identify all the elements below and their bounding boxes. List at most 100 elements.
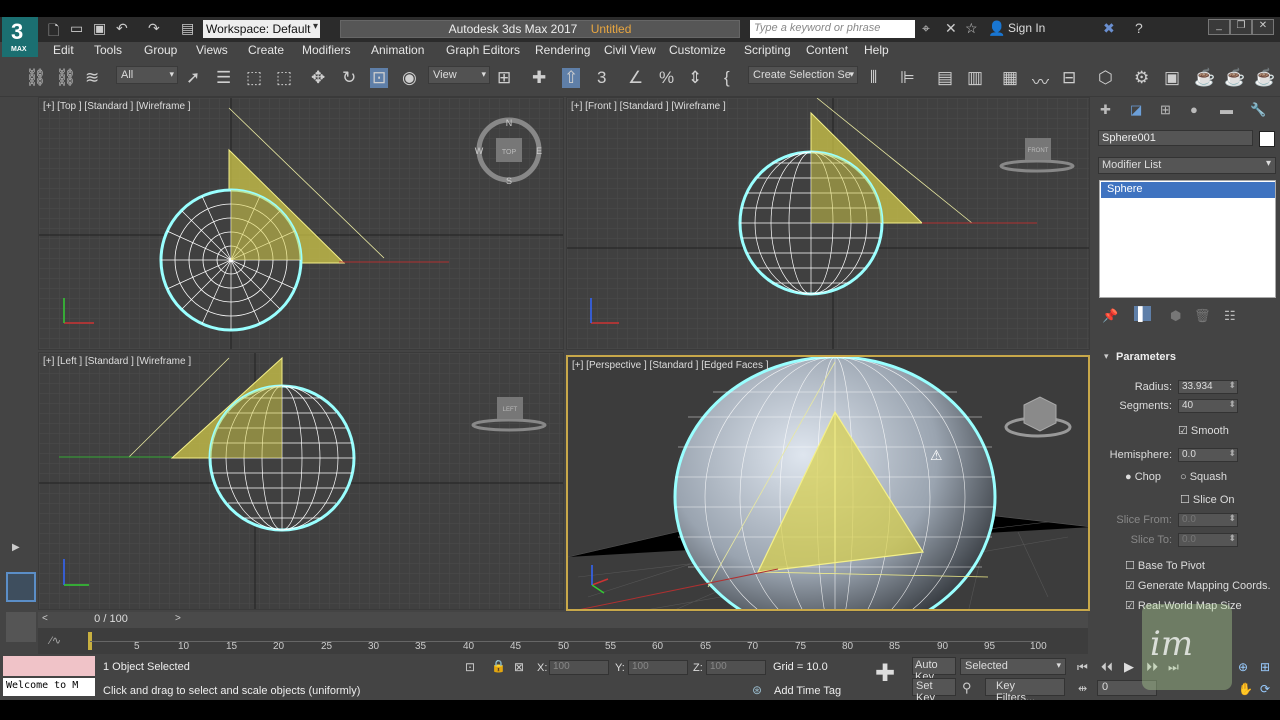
redo-icon[interactable]: ↷ bbox=[148, 20, 160, 37]
selection-filter-dropdown[interactable]: All bbox=[116, 66, 178, 84]
open-file-icon[interactable]: ▭ bbox=[70, 20, 83, 37]
menu-tools[interactable]: Tools bbox=[94, 43, 122, 57]
minimize-button[interactable]: _ bbox=[1208, 19, 1230, 35]
viewport-label-perspective[interactable]: [+] [Perspective ] [Standard ] [Edged Fa… bbox=[572, 360, 769, 371]
save-icon[interactable]: ▣ bbox=[93, 20, 106, 37]
viewport-left[interactable]: [+] [Left ] [Standard ] [Wireframe ] LEF… bbox=[38, 352, 564, 610]
app-logo-button[interactable]: 3 MAX bbox=[2, 17, 38, 57]
mini-curve-editor-icon[interactable]: ⁄∿ bbox=[50, 634, 61, 647]
select-object-icon[interactable]: ➚ bbox=[186, 68, 200, 88]
align-icon[interactable]: ⊫ bbox=[900, 68, 915, 88]
key-set-dropdown[interactable]: Selected bbox=[960, 658, 1066, 675]
mirror-icon[interactable]: ⫴ bbox=[870, 68, 877, 88]
scale-icon[interactable]: ⊡ bbox=[370, 68, 389, 88]
base-to-pivot-checkbox[interactable]: ☐ Base To Pivot bbox=[1125, 559, 1205, 572]
set-key-big-icon[interactable]: ✚ bbox=[875, 662, 895, 686]
percent-snap-icon[interactable]: % bbox=[659, 68, 674, 88]
key-filters-button[interactable]: Key Filters... bbox=[985, 678, 1065, 704]
user-icon[interactable]: 👤 bbox=[988, 20, 1005, 37]
selection-set-dropdown[interactable]: Create Selection Se bbox=[748, 66, 858, 84]
reference-coord-dropdown[interactable]: View bbox=[428, 66, 490, 84]
named-selection-icon[interactable]: { bbox=[724, 68, 730, 88]
select-manipulate-icon[interactable]: ✚ bbox=[532, 68, 546, 88]
add-time-tag-button[interactable]: Add Time Tag bbox=[774, 685, 841, 697]
object-color-swatch[interactable] bbox=[1259, 131, 1275, 147]
x-coord-field[interactable]: 100 bbox=[549, 660, 609, 675]
select-by-name-icon[interactable]: ☰ bbox=[216, 68, 231, 88]
render-iterative-icon[interactable]: ☕ bbox=[1224, 68, 1245, 88]
curve-editor-icon[interactable]: 〰 bbox=[1032, 68, 1049, 93]
maxscript-listener-input[interactable] bbox=[3, 656, 95, 676]
rollout-collapse-icon[interactable]: ▾ bbox=[1104, 351, 1109, 362]
help-icon[interactable]: ? bbox=[1135, 20, 1143, 36]
pin-stack-icon[interactable]: 📌 bbox=[1102, 308, 1118, 324]
snaps-toggle-icon[interactable]: 3 bbox=[597, 68, 606, 88]
layout-empty-slot[interactable] bbox=[6, 612, 36, 642]
angle-snap-icon[interactable]: ∠ bbox=[628, 68, 643, 88]
menu-customize[interactable]: Customize bbox=[669, 43, 726, 57]
toggle-ribbon-icon[interactable]: ▦ bbox=[1002, 68, 1018, 88]
slice-from-spinner[interactable]: 0.0 bbox=[1178, 513, 1238, 527]
schematic-view-icon[interactable]: ⊟ bbox=[1062, 68, 1076, 88]
orbit-icon[interactable]: ⟳ bbox=[1260, 682, 1270, 696]
zoom-icon[interactable]: ⊕ bbox=[1238, 660, 1248, 674]
gen-mapping-checkbox[interactable]: ☑ Generate Mapping Coords. bbox=[1125, 579, 1271, 592]
render-production-icon[interactable]: ☕ bbox=[1194, 68, 1215, 88]
radius-spinner[interactable]: 33.934 bbox=[1178, 380, 1238, 394]
menu-rendering[interactable]: Rendering bbox=[535, 43, 590, 57]
previous-frame-icon[interactable]: ⏴⏴ bbox=[1101, 660, 1113, 675]
search-input[interactable]: Type a keyword or phrase bbox=[750, 20, 915, 38]
menu-group[interactable]: Group bbox=[144, 43, 177, 57]
keyboard-shortcut-icon[interactable]: ⇧ bbox=[562, 68, 581, 88]
bind-spacewarp-icon[interactable]: ≋ bbox=[85, 68, 99, 88]
y-coord-field[interactable]: 100 bbox=[628, 660, 688, 675]
smooth-checkbox[interactable]: ☑ Smooth bbox=[1178, 424, 1229, 437]
viewport-front[interactable]: [+] [Front ] [Standard ] [Wireframe ] FR… bbox=[566, 97, 1090, 350]
remove-modifier-icon[interactable]: 🗑 bbox=[1194, 308, 1211, 324]
prev-frame-icon[interactable]: < bbox=[42, 613, 48, 624]
modifier-list-dropdown[interactable]: Modifier List bbox=[1098, 157, 1276, 174]
stack-item-sphere[interactable]: Sphere bbox=[1101, 182, 1275, 198]
window-crossing-icon[interactable]: ⬚ bbox=[276, 68, 292, 88]
display-tab-icon[interactable]: ▬ bbox=[1220, 102, 1233, 117]
menu-scripting[interactable]: Scripting bbox=[744, 43, 791, 57]
viewport-label-left[interactable]: [+] [Left ] [Standard ] [Wireframe ] bbox=[43, 356, 191, 367]
scene-explorer-icon[interactable]: ▤ bbox=[937, 68, 953, 88]
workspace-dropdown[interactable]: Workspace: Default bbox=[203, 20, 320, 38]
viewport-perspective[interactable]: [+] [Perspective ] [Standard ] [Edged Fa… bbox=[566, 355, 1090, 611]
menu-views[interactable]: Views bbox=[196, 43, 228, 57]
sign-in-button[interactable]: Sign In bbox=[1008, 21, 1045, 35]
set-key-button[interactable]: Set Key bbox=[912, 678, 956, 704]
slice-to-spinner[interactable]: 0.0 bbox=[1178, 533, 1238, 547]
maxscript-welcome-field[interactable]: Welcome to M bbox=[3, 678, 95, 696]
absolute-mode-icon[interactable]: ⊠ bbox=[514, 660, 524, 674]
link-icon[interactable]: ⛓ bbox=[25, 68, 47, 88]
segments-spinner[interactable]: 40 bbox=[1178, 399, 1238, 413]
isolate-selection-icon[interactable]: ⊡ bbox=[465, 660, 475, 674]
chop-radio[interactable]: ● Chop bbox=[1125, 471, 1161, 483]
spinner-snap-icon[interactable]: ⇕ bbox=[688, 68, 702, 88]
move-icon[interactable]: ✥ bbox=[311, 68, 325, 88]
subscription-icon[interactable]: ✕ bbox=[945, 20, 957, 37]
material-editor-icon[interactable]: ⬡ bbox=[1098, 68, 1113, 88]
menu-civil-view[interactable]: Civil View bbox=[604, 43, 656, 57]
menu-content[interactable]: Content bbox=[806, 43, 848, 57]
viewport-top[interactable]: [+] [Top ] [Standard ] [Wireframe ] TOP … bbox=[38, 97, 564, 350]
utilities-tab-icon[interactable]: 🔧 bbox=[1250, 102, 1266, 118]
configure-sets-icon[interactable]: ☷ bbox=[1224, 308, 1236, 324]
key-mode-toggle-icon[interactable]: ⇹ bbox=[1078, 682, 1087, 695]
menu-create[interactable]: Create bbox=[248, 43, 284, 57]
rendered-frame-icon[interactable]: ▣ bbox=[1164, 68, 1180, 88]
z-coord-field[interactable]: 100 bbox=[706, 660, 766, 675]
close-button[interactable]: ✕ bbox=[1252, 19, 1274, 35]
menu-help[interactable]: Help bbox=[864, 43, 889, 57]
zoom-all-icon[interactable]: ⊞ bbox=[1260, 660, 1270, 674]
placement-icon[interactable]: ◉ bbox=[402, 68, 417, 88]
project-folder-icon[interactable]: ▤ bbox=[181, 20, 194, 37]
menu-edit[interactable]: Edit bbox=[53, 43, 74, 57]
layout-grid-icon[interactable] bbox=[6, 572, 36, 602]
make-unique-icon[interactable]: ⬢ bbox=[1170, 308, 1181, 324]
layer-explorer-icon[interactable]: ▥ bbox=[967, 68, 983, 88]
modify-tab-icon[interactable]: ◪ bbox=[1130, 102, 1142, 118]
play-icon[interactable]: ▶ bbox=[1124, 659, 1134, 675]
